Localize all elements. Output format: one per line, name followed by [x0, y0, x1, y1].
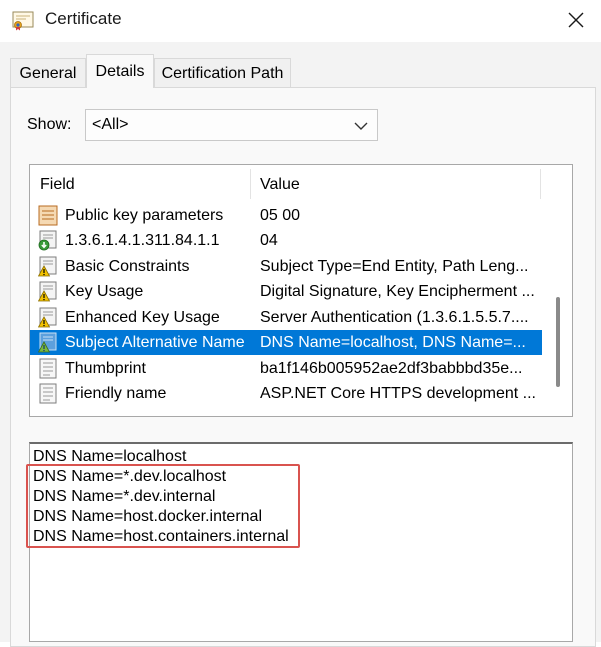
- extension-warning-icon: [38, 332, 57, 353]
- tab-details[interactable]: Details: [86, 54, 154, 88]
- extension-warning-icon: [38, 256, 57, 277]
- row-value: 05 00: [260, 207, 301, 224]
- list-item[interactable]: Public key parameters 05 00: [30, 203, 542, 228]
- certificate-field-icon: [38, 205, 58, 226]
- list-item[interactable]: Friendly name ASP.NET Core HTTPS develop…: [30, 381, 542, 406]
- list-item[interactable]: Thumbprint ba1f146b005952ae2df3babbbd35e…: [30, 356, 542, 381]
- highlight-annotation-box: [26, 464, 300, 548]
- row-field: 1.3.6.1.4.1.311.84.1.1: [65, 232, 220, 249]
- tab-details-label: Details: [95, 63, 145, 80]
- list-item[interactable]: Key Usage Digital Signature, Key Enciphe…: [30, 279, 542, 304]
- list-item[interactable]: 1.3.6.1.4.1.311.84.1.1 04: [30, 228, 542, 253]
- row-field: Key Usage: [65, 283, 144, 300]
- row-field: Enhanced Key Usage: [65, 309, 220, 326]
- list-item[interactable]: Basic Constraints Subject Type=End Entit…: [30, 254, 542, 279]
- show-dropdown-value: <All>: [92, 116, 129, 133]
- row-value: DNS Name=localhost, DNS Name=...: [260, 334, 526, 351]
- list-scrollbar-thumb[interactable]: [556, 297, 560, 387]
- title-bar: Certificate: [0, 0, 601, 42]
- row-value: ba1f146b005952ae2df3babbbd35e...: [260, 360, 523, 377]
- chevron-down-icon: [354, 122, 368, 130]
- tab-certification-path-label: Certification Path: [161, 65, 284, 82]
- column-header-value[interactable]: Value: [260, 176, 300, 194]
- close-icon: [568, 12, 584, 28]
- field-list[interactable]: Field Value Public key parameters 05 00 …: [29, 164, 573, 417]
- row-value: Digital Signature, Key Encipherment ...: [260, 283, 535, 300]
- tab-general[interactable]: General: [10, 58, 86, 87]
- row-field: Thumbprint: [65, 360, 146, 377]
- extension-info-icon: [38, 230, 57, 251]
- list-item[interactable]: Enhanced Key Usage Server Authentication…: [30, 305, 542, 330]
- list-header: Field Value: [30, 165, 541, 201]
- document-icon: [39, 383, 57, 404]
- extension-warning-icon: [38, 307, 57, 328]
- list-item-selected[interactable]: Subject Alternative Name DNS Name=localh…: [30, 330, 542, 355]
- row-field: Subject Alternative Name: [65, 334, 245, 351]
- row-field: Friendly name: [65, 385, 167, 402]
- show-dropdown[interactable]: <All>: [85, 109, 378, 141]
- window-title: Certificate: [45, 9, 122, 28]
- row-value: Server Authentication (1.3.6.1.5.5.7....: [260, 309, 529, 326]
- row-field: Public key parameters: [65, 207, 224, 224]
- tab-certification-path[interactable]: Certification Path: [154, 58, 291, 87]
- row-value: ASP.NET Core HTTPS development ...: [260, 385, 535, 402]
- column-divider[interactable]: [540, 169, 541, 199]
- close-button[interactable]: [559, 4, 593, 36]
- row-value: 04: [260, 232, 278, 249]
- extension-warning-icon: [38, 281, 57, 302]
- tab-general-label: General: [19, 65, 77, 82]
- row-value: Subject Type=End Entity, Path Leng...: [260, 258, 529, 275]
- row-field: Basic Constraints: [65, 258, 190, 275]
- column-divider[interactable]: [250, 169, 251, 199]
- column-header-field[interactable]: Field: [40, 176, 75, 194]
- show-label: Show:: [27, 116, 72, 133]
- document-icon: [39, 358, 57, 379]
- certificate-icon: [12, 11, 34, 31]
